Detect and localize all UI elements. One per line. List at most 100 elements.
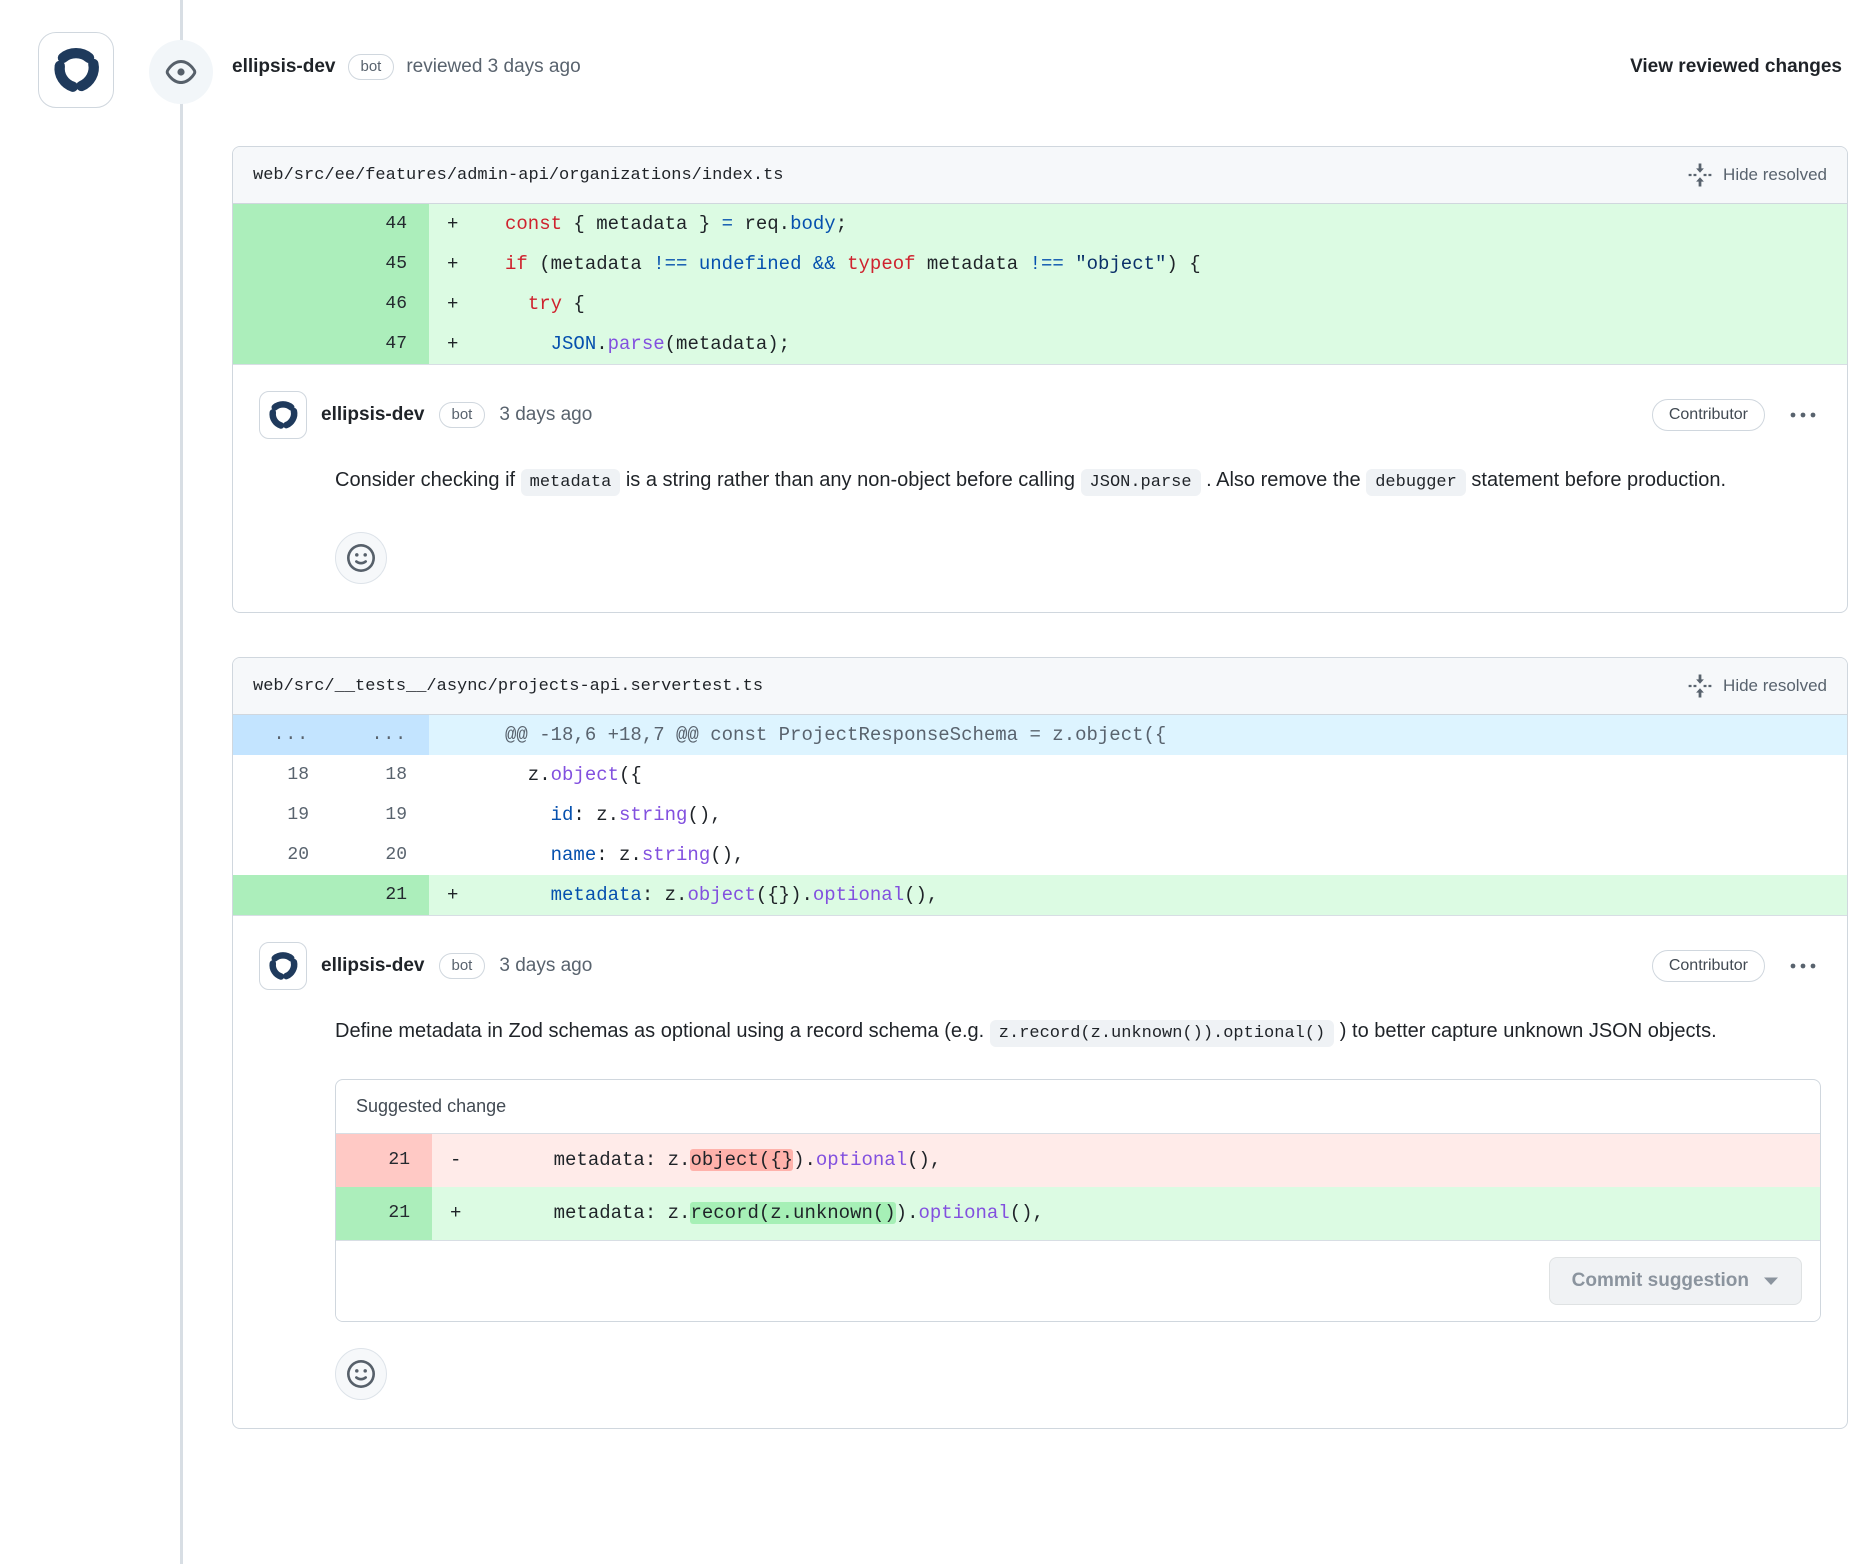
diff-line-46: 46 + try { bbox=[233, 284, 1847, 324]
kebab-horizontal-icon bbox=[1789, 961, 1817, 971]
old-line-number bbox=[233, 244, 331, 284]
code-line: JSON.parse(metadata); bbox=[485, 324, 1847, 364]
hunk-header-text: @@ -18,6 +18,7 @@ const ProjectResponseS… bbox=[485, 715, 1847, 755]
add-reaction-button[interactable] bbox=[335, 532, 387, 584]
contributor-badge: Contributor bbox=[1652, 399, 1765, 431]
suggestion-added-line: 21 + metadata: z.record(z.unknown()).opt… bbox=[336, 1187, 1820, 1240]
diff-marker: + bbox=[429, 204, 485, 244]
diff-line-20: 20 20 name: z.string(), bbox=[233, 835, 1847, 875]
bot-badge: bot bbox=[348, 54, 395, 80]
comment-options-button[interactable] bbox=[1785, 957, 1821, 975]
reviewer-avatar[interactable] bbox=[38, 32, 114, 108]
suggestion-footer: Commit suggestion bbox=[336, 1240, 1820, 1321]
comment-author[interactable]: ellipsis-dev bbox=[321, 955, 425, 977]
hide-resolved-button[interactable]: Hide resolved bbox=[1687, 162, 1827, 188]
code-line: metadata: z.record(z.unknown()).optional… bbox=[488, 1187, 1820, 1240]
hide-resolved-button[interactable]: Hide resolved bbox=[1687, 673, 1827, 699]
review-thread-card-2: web/src/__tests__/async/projects-api.ser… bbox=[232, 657, 1848, 1429]
code-line: if (metadata !== undefined && typeof met… bbox=[485, 244, 1847, 284]
new-line-number: 45 bbox=[331, 244, 429, 284]
bot-badge: bot bbox=[439, 402, 486, 428]
diff-marker: + bbox=[429, 875, 485, 915]
file-path-link[interactable]: web/src/__tests__/async/projects-api.ser… bbox=[253, 677, 763, 696]
suggested-change-block: Suggested change 21 - metadata: z.object… bbox=[335, 1079, 1821, 1322]
ellipsis-logo-icon bbox=[266, 949, 300, 983]
diff-marker: + bbox=[429, 284, 485, 324]
file-path-link[interactable]: web/src/ee/features/admin-api/organizati… bbox=[253, 166, 784, 185]
suggestion-deleted-line: 21 - metadata: z.object({}).optional(), bbox=[336, 1134, 1820, 1187]
diff-marker: + bbox=[429, 324, 485, 364]
review-event-badge bbox=[149, 40, 213, 104]
diff-block-1: 44 +const { metadata } = req.body; 45 +i… bbox=[233, 204, 1847, 364]
new-line-number: 18 bbox=[331, 755, 429, 795]
new-line-number: 19 bbox=[331, 795, 429, 835]
hide-resolved-label: Hide resolved bbox=[1723, 676, 1827, 696]
new-line-number: 47 bbox=[331, 324, 429, 364]
commit-suggestion-label: Commit suggestion bbox=[1572, 1270, 1749, 1292]
code-line: metadata: z.object({}).optional(), bbox=[488, 1134, 1820, 1187]
code-line: z.object({ bbox=[485, 755, 1847, 795]
code-line: id: z.string(), bbox=[485, 795, 1847, 835]
old-line-number bbox=[233, 875, 331, 915]
comment-avatar[interactable] bbox=[259, 942, 307, 990]
add-reaction-button[interactable] bbox=[335, 1348, 387, 1400]
comment-timestamp[interactable]: 3 days ago bbox=[499, 955, 592, 977]
diff-line-45: 45 +if (metadata !== undefined && typeof… bbox=[233, 244, 1847, 284]
review-threads: web/src/ee/features/admin-api/organizati… bbox=[232, 146, 1848, 1473]
smiley-icon bbox=[347, 544, 375, 572]
commit-suggestion-button[interactable]: Commit suggestion bbox=[1549, 1257, 1802, 1305]
comment-header: ellipsis-dev bot 3 days ago Contributor bbox=[259, 942, 1821, 990]
comment-body: Define metadata in Zod schemas as option… bbox=[335, 1008, 1821, 1057]
diff-marker: + bbox=[432, 1187, 488, 1240]
comment-body: Consider checking if metadata is a strin… bbox=[335, 457, 1821, 506]
old-line-number: 18 bbox=[233, 755, 331, 795]
old-line-number bbox=[233, 284, 331, 324]
line-number: 21 bbox=[336, 1134, 432, 1187]
comment-timestamp[interactable]: 3 days ago bbox=[499, 404, 592, 426]
hunk-new-gutter: ... bbox=[331, 715, 429, 755]
diff-line-18: 18 18 z.object({ bbox=[233, 755, 1847, 795]
diff-line-44: 44 +const { metadata } = req.body; bbox=[233, 204, 1847, 244]
new-line-number: 20 bbox=[331, 835, 429, 875]
chevron-down-icon bbox=[1763, 1276, 1779, 1286]
hunk-old-gutter: ... bbox=[233, 715, 331, 755]
eye-icon bbox=[165, 56, 197, 88]
review-comment-1: ellipsis-dev bot 3 days ago Contributor … bbox=[233, 364, 1847, 612]
review-thread-card-1: web/src/ee/features/admin-api/organizati… bbox=[232, 146, 1848, 613]
timeline-line bbox=[180, 0, 183, 1564]
new-line-number: 44 bbox=[331, 204, 429, 244]
comment-author[interactable]: ellipsis-dev bbox=[321, 404, 425, 426]
old-line-number bbox=[233, 324, 331, 364]
diff-block-2: ... ... @@ -18,6 +18,7 @@ const ProjectR… bbox=[233, 715, 1847, 915]
smiley-icon bbox=[347, 1360, 375, 1388]
diff-line-47: 47 + JSON.parse(metadata); bbox=[233, 324, 1847, 364]
diff-marker bbox=[429, 795, 485, 835]
old-line-number bbox=[233, 204, 331, 244]
diff-marker bbox=[429, 835, 485, 875]
diff-marker: - bbox=[432, 1134, 488, 1187]
hide-resolved-label: Hide resolved bbox=[1723, 165, 1827, 185]
new-line-number: 46 bbox=[331, 284, 429, 324]
reviewer-name[interactable]: ellipsis-dev bbox=[232, 56, 336, 78]
diff-marker: + bbox=[429, 244, 485, 284]
code-line: name: z.string(), bbox=[485, 835, 1847, 875]
diff-line-19: 19 19 id: z.string(), bbox=[233, 795, 1847, 835]
old-line-number: 19 bbox=[233, 795, 331, 835]
suggested-change-label: Suggested change bbox=[336, 1080, 1820, 1134]
comment-header: ellipsis-dev bot 3 days ago Contributor bbox=[259, 391, 1821, 439]
line-number: 21 bbox=[336, 1187, 432, 1240]
bot-badge: bot bbox=[439, 953, 486, 979]
new-line-number: 21 bbox=[331, 875, 429, 915]
comment-avatar[interactable] bbox=[259, 391, 307, 439]
review-header: ellipsis-dev bot reviewed 3 days ago Vie… bbox=[232, 54, 1842, 80]
review-comment-2: ellipsis-dev bot 3 days ago Contributor … bbox=[233, 915, 1847, 1428]
diff-marker bbox=[429, 755, 485, 795]
old-line-number: 20 bbox=[233, 835, 331, 875]
kebab-horizontal-icon bbox=[1789, 410, 1817, 420]
comment-options-button[interactable] bbox=[1785, 406, 1821, 424]
hunk-header-row: ... ... @@ -18,6 +18,7 @@ const ProjectR… bbox=[233, 715, 1847, 755]
code-line: try { bbox=[485, 284, 1847, 324]
fold-icon bbox=[1687, 673, 1713, 699]
view-reviewed-changes-link[interactable]: View reviewed changes bbox=[1630, 56, 1842, 78]
ellipsis-logo-icon bbox=[266, 398, 300, 432]
